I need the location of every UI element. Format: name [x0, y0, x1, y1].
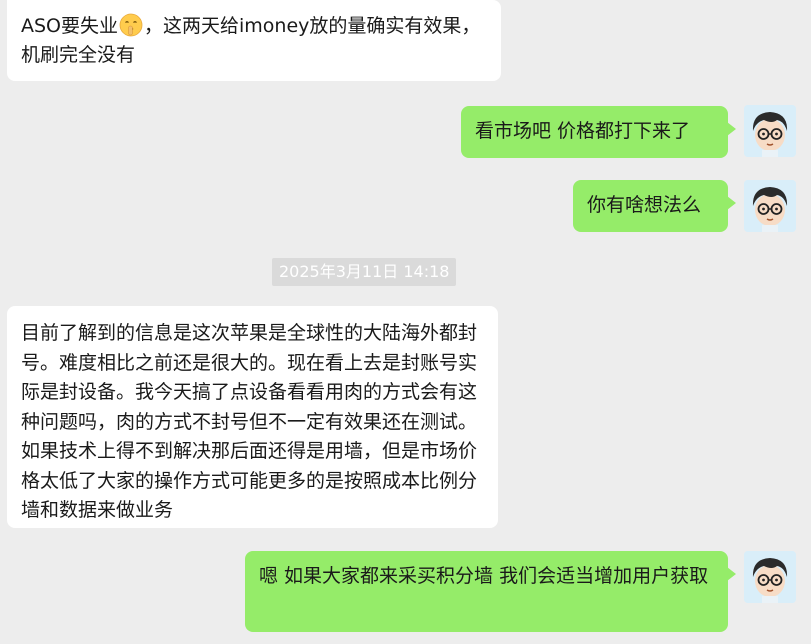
message-bubble-incoming[interactable]: ASO要失业 ，这两天给imoney放的量确实有效果，机刷完全没有: [7, 0, 501, 81]
avatar-icon[interactable]: [744, 105, 796, 157]
message-bubble-outgoing[interactable]: 嗯 如果大家都来采买积分墙 我们会适当增加用户获取: [245, 551, 736, 632]
message-text: 目前了解到的信息是这次苹果是全球性的大陆海外都封号。难度相比之前还是很大的。现在…: [21, 322, 478, 521]
message-bubble-outgoing[interactable]: 看市场吧 价格都打下来了: [461, 106, 736, 158]
timestamp-label: 2025年3月11日 14:18: [272, 258, 457, 286]
message-bubble-outgoing[interactable]: 你有啥想法么: [573, 180, 736, 232]
chat-window: ASO要失业 ，这两天给imoney放的量确实有效果，机刷完全没有 看市场吧 价格…: [0, 0, 811, 644]
message-text: 你有啥想法么: [587, 194, 702, 216]
message-text: 嗯 如果大家都来采买积分墙 我们会适当增加用户获取: [259, 565, 709, 587]
message-text: ASO要失业: [21, 15, 119, 37]
avatar-icon[interactable]: [744, 551, 796, 603]
message-bubble-incoming[interactable]: 目前了解到的信息是这次苹果是全球性的大陆海外都封号。难度相比之前还是很大的。现在…: [7, 306, 498, 528]
shushing-face-emoji-icon: [119, 13, 143, 37]
message-text: 看市场吧 价格都打下来了: [475, 120, 691, 142]
avatar-icon[interactable]: [744, 180, 796, 232]
